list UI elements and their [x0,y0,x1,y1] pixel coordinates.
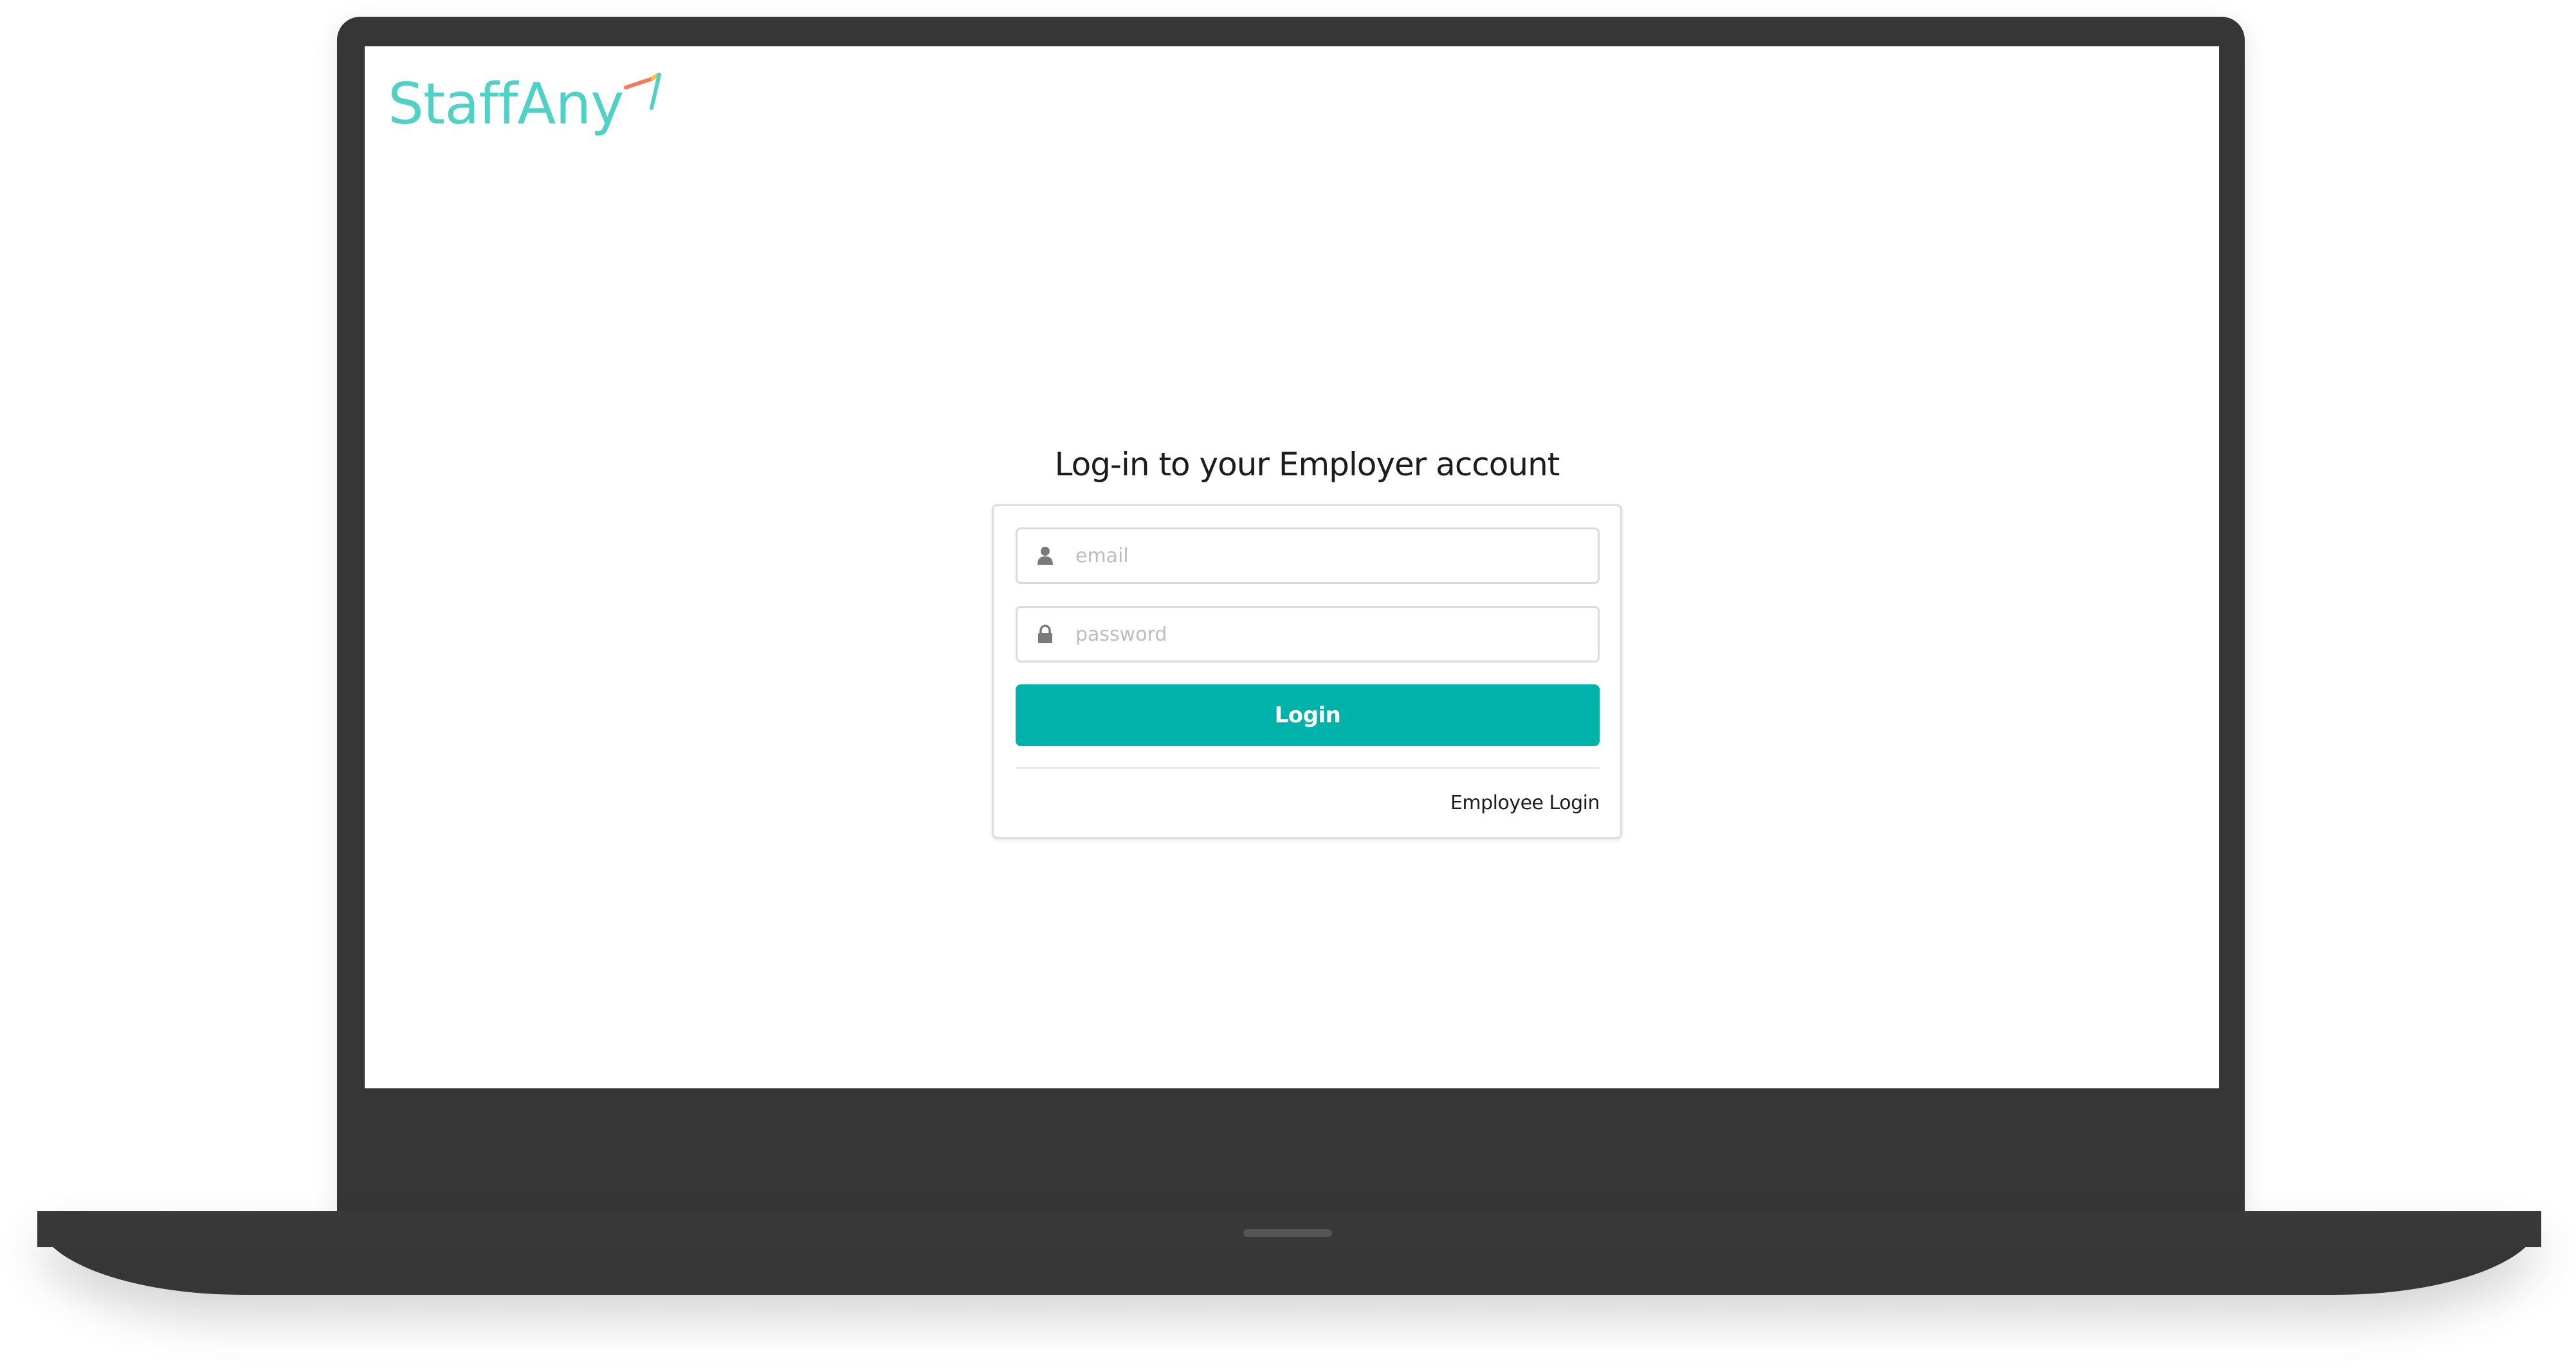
login-button[interactable]: Login [1016,684,1600,746]
footer-row: Employee Login [1016,792,1600,814]
lock-icon [1038,625,1052,643]
laptop-mockup: StaffAny Log-in to your Employer account [0,0,2576,1372]
paper-plane-icon [624,73,662,110]
user-icon [1037,547,1053,565]
password-field[interactable] [1016,606,1600,663]
browser-screen: StaffAny Log-in to your Employer account [365,46,2219,1088]
login-form-container: Log-in to your Employer account email Lo… [992,439,1622,839]
email-field[interactable] [1016,527,1600,584]
logo-text: StaffAny [388,71,624,137]
password-input[interactable] [1074,622,1591,646]
divider [1016,767,1600,769]
email-input[interactable] [1074,544,1591,568]
employee-login-link[interactable]: Employee Login [1450,792,1600,814]
laptop-notch [1243,1229,1332,1237]
staffany-logo[interactable]: StaffAny [388,66,666,143]
page-title: Log-in to your Employer account [1054,446,1560,483]
login-card: Login Employee Login [992,504,1622,839]
